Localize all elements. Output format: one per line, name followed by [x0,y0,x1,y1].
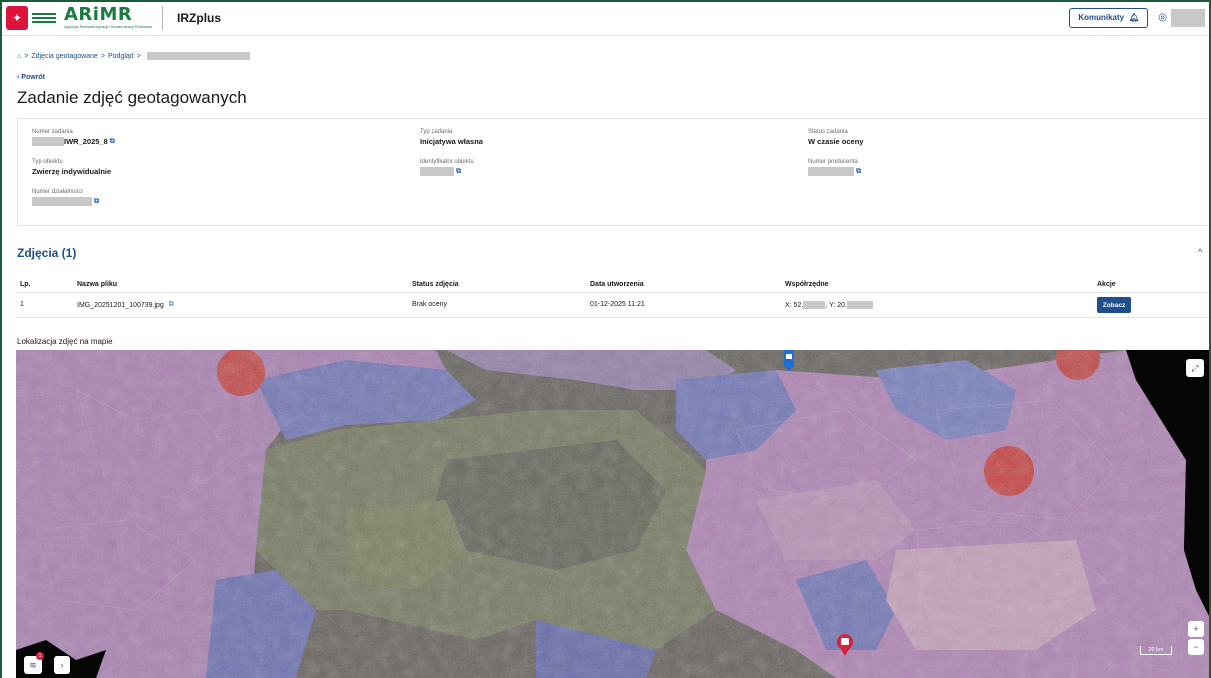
row-filename: IMG_20251201_100739.jpg ⧉ [77,301,174,309]
page-title: Zadanie zdjęć geotagowanych [17,88,247,107]
status-zadania-label: Status zadania [808,129,848,135]
breadcrumb-separator: > [100,52,105,60]
col-nazwa-pliku: Nazwa pliku [77,281,118,288]
typ-zadania-label: Typ zadania [420,129,453,135]
map-scale: 20 km [1140,646,1172,655]
logo-stripes-icon [32,12,56,23]
coord-x-prefix: X: 52. [785,301,804,309]
coord-x-redacted [803,301,826,309]
fullscreen-icon[interactable]: ⤢ [1186,359,1204,377]
bell-icon: 🔔︎ [1129,13,1140,22]
row-date: 01-12-2025 11:21 [590,301,645,308]
coord-y-prefix: , Y: 20. [825,301,847,309]
numer-zadania-label: Numer zadania [32,129,73,135]
status-zadania-value: W czasie oceny [808,137,864,146]
breadcrumb-item-podglad[interactable]: Podgląd [108,53,134,60]
breadcrumb: ⌂ > Zdjęcia geotagowane > Podgląd > [17,52,250,60]
field-numer-producenta: Numer producenta ⧉ [808,159,861,176]
numer-producenta-label: Numer producenta [808,159,858,165]
col-akcje: Akcje [1097,281,1116,288]
copy-icon[interactable]: ⧉ [456,168,461,176]
redacted-block [32,137,64,146]
zobacz-button[interactable]: Zobacz [1097,297,1131,313]
numer-dzialalnosci-label: Numer działalności [32,189,83,195]
polish-eagle-icon: ✦ [6,5,28,30]
header-divider [162,5,164,30]
copy-icon[interactable]: ⧉ [856,168,861,176]
map-view[interactable]: · · ⤢ + − 20 km ≋ 1 › [16,350,1211,678]
table-header: Lp. Nazwa pliku Status zdjęcia Data utwo… [17,278,1210,292]
field-typ-obiektu: Typ obiektu Zwierzę indywidualnie [32,159,111,176]
copy-icon[interactable]: ⧉ [94,198,99,206]
back-link[interactable]: ‹ Powrót [17,74,45,81]
breadcrumb-separator: > [136,52,141,60]
komunikaty-button[interactable]: Komunikaty 🔔︎ [1069,7,1149,28]
back-label: Powrót [21,74,46,81]
col-wspolrzedne: Współrzędne [785,281,829,288]
field-numer-dzialalnosci: Numer działalności ⧉ [32,189,99,206]
breadcrumb-current-redacted [146,52,250,60]
table-row: 1 IMG_20251201_100739.jpg ⧉ Brak oceny 0… [17,292,1210,318]
numer-producenta-redacted [808,167,854,176]
copy-icon[interactable]: ⧉ [169,301,174,309]
komunikaty-label: Komunikaty [1078,13,1125,22]
layers-badge: 1 [36,652,44,660]
app-name: IRZplus [177,10,222,25]
zoom-out-button[interactable]: − [1188,639,1204,655]
filename-text: IMG_20251201_100739.jpg [77,301,164,309]
logo-text: ARiMR [64,3,133,25]
map-canvas[interactable]: · · [16,350,1211,678]
top-header: ✦ ARiMR Agencja Restrukturyzacji i Moder… [0,0,1211,36]
col-status-zdjecia: Status zdjęcia [412,281,459,288]
identyfikator-obiektu-label: Identyfikator obiektu [420,159,474,165]
photos-table: Lp. Nazwa pliku Status zdjęcia Data utwo… [17,278,1210,318]
photos-section-title[interactable]: Zdjęcia (1) [17,246,76,260]
field-status-zadania: Status zadania W czasie oceny [808,129,863,146]
numer-dzialalnosci-redacted [32,197,92,206]
field-numer-zadania: Numer zadania IWR_2025_8 ⧉ [32,129,115,146]
map-place-label: · · [536,571,542,577]
row-lp: 1 [20,301,24,308]
user-icon: ◎ [1158,12,1167,23]
coord-y-redacted [846,301,873,309]
typ-obiektu-label: Typ obiektu [32,159,63,165]
breadcrumb-separator: > [24,52,29,60]
col-data-utworzenia: Data utworzenia [590,281,644,288]
copy-icon[interactable]: ⧉ [110,138,115,146]
user-name-redacted [1171,8,1205,27]
task-details-card: Numer zadania IWR_2025_8 ⧉ Typ zadania I… [17,118,1210,226]
row-coordinates: X: 52. , Y: 20. [785,301,873,309]
zoom-in-button[interactable]: + [1188,621,1204,637]
map-label: Lokalizacja zdjęć na mapie [17,337,113,346]
logo-subtitle: Agencja Restrukturyzacji i Modernizacji … [64,23,153,29]
breadcrumb-item-zdjecia[interactable]: Zdjęcia geotagowane [31,53,98,60]
expand-panel-icon[interactable]: › [54,656,70,674]
typ-obiektu-value: Zwierzę indywidualnie [32,167,112,176]
arimr-logo[interactable]: ✦ ARiMR Agencja Restrukturyzacji i Moder… [6,3,152,33]
user-menu[interactable]: ◎ [1158,8,1205,27]
row-status: Brak oceny [412,301,448,308]
typ-zadania-value: Inicjatywa własna [420,137,483,146]
home-icon[interactable]: ⌂ [17,53,21,60]
identyfikator-obiektu-redacted [420,167,454,176]
chevron-up-icon[interactable]: ^ [1198,247,1202,257]
numer-zadania-value: IWR_2025_8 [64,137,108,146]
field-identyfikator-obiektu: Identyfikator obiektu ⧉ [420,159,474,176]
col-lp: Lp. [20,281,31,288]
field-typ-zadania: Typ zadania Inicjatywa własna [420,129,483,146]
